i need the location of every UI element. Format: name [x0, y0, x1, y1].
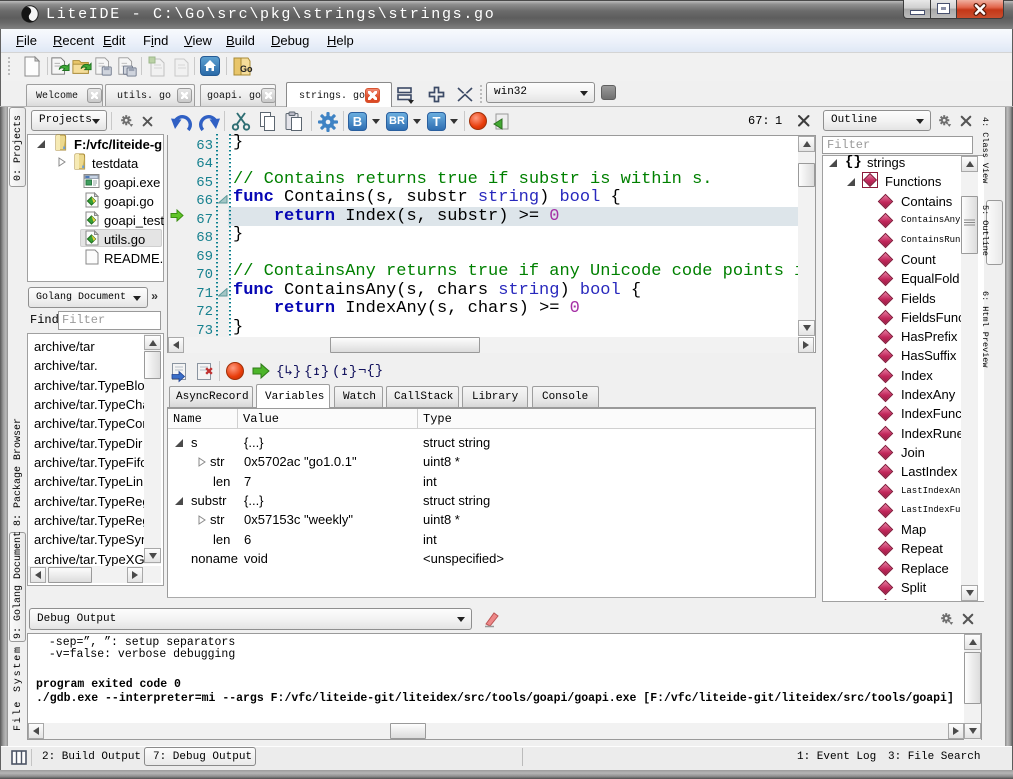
svg-text:Go: Go [240, 64, 253, 74]
